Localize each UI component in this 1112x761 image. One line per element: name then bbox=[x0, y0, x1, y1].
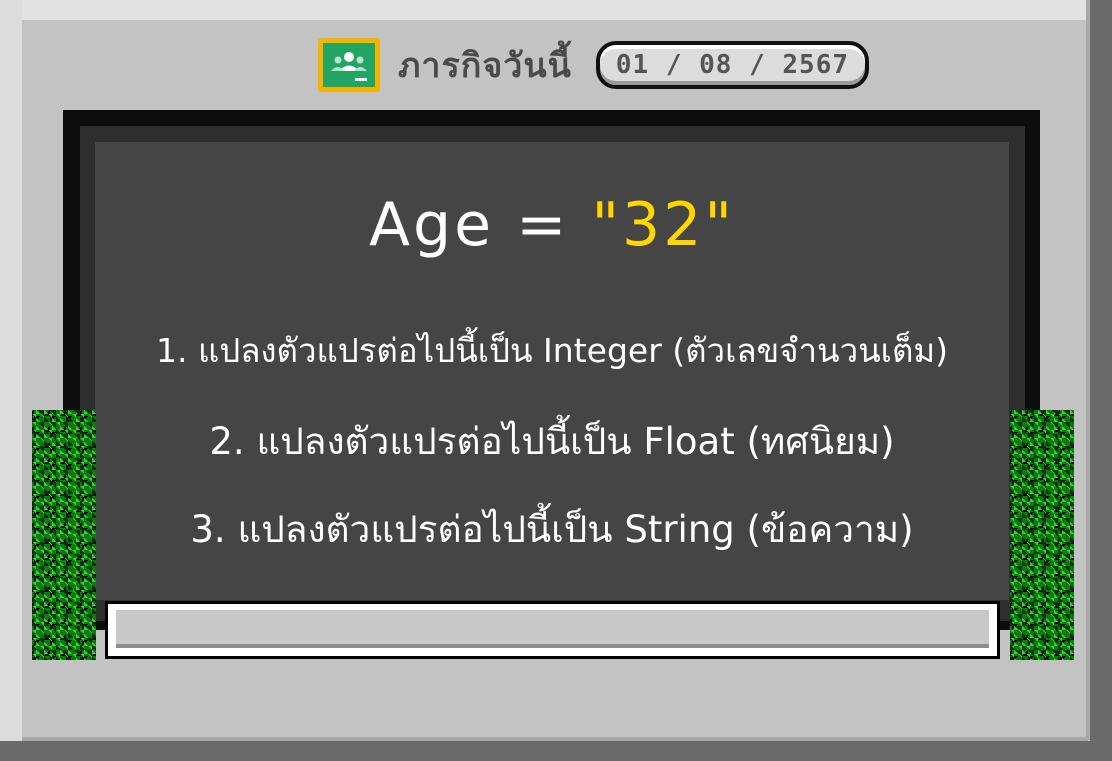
date-badge: 01 / 08 / 2567 bbox=[595, 41, 870, 89]
google-classroom-icon bbox=[318, 38, 380, 92]
frame-left bbox=[0, 0, 22, 761]
task-item: 1. แปลงตัวแปรต่อไปนี้เป็น Integer (ตัวเล… bbox=[156, 331, 948, 370]
variable-assignment: Age = "32" bbox=[95, 190, 1009, 260]
page-title: ภารกิจวันนี้ bbox=[398, 46, 572, 86]
task-item: 2. แปลงตัวแปรต่อไปนี้เป็น Float (ทศนิยม) bbox=[209, 420, 895, 463]
variable-name: Age = bbox=[368, 190, 592, 260]
task-item: 3. แปลงตัวแปรต่อไปนี้เป็น String (ข้อควา… bbox=[190, 508, 914, 551]
frame-bottom bbox=[0, 741, 1112, 761]
frame-top bbox=[0, 0, 1112, 20]
date-text: 01 / 08 / 2567 bbox=[615, 50, 850, 80]
bush-right-decoration bbox=[1010, 410, 1074, 660]
frame-right bbox=[1090, 0, 1112, 761]
variable-value: "32" bbox=[591, 190, 735, 260]
chalk-tray bbox=[105, 601, 1000, 659]
bush-left-decoration bbox=[32, 410, 96, 660]
header: ภารกิจวันนี้ 01 / 08 / 2567 bbox=[318, 36, 870, 94]
